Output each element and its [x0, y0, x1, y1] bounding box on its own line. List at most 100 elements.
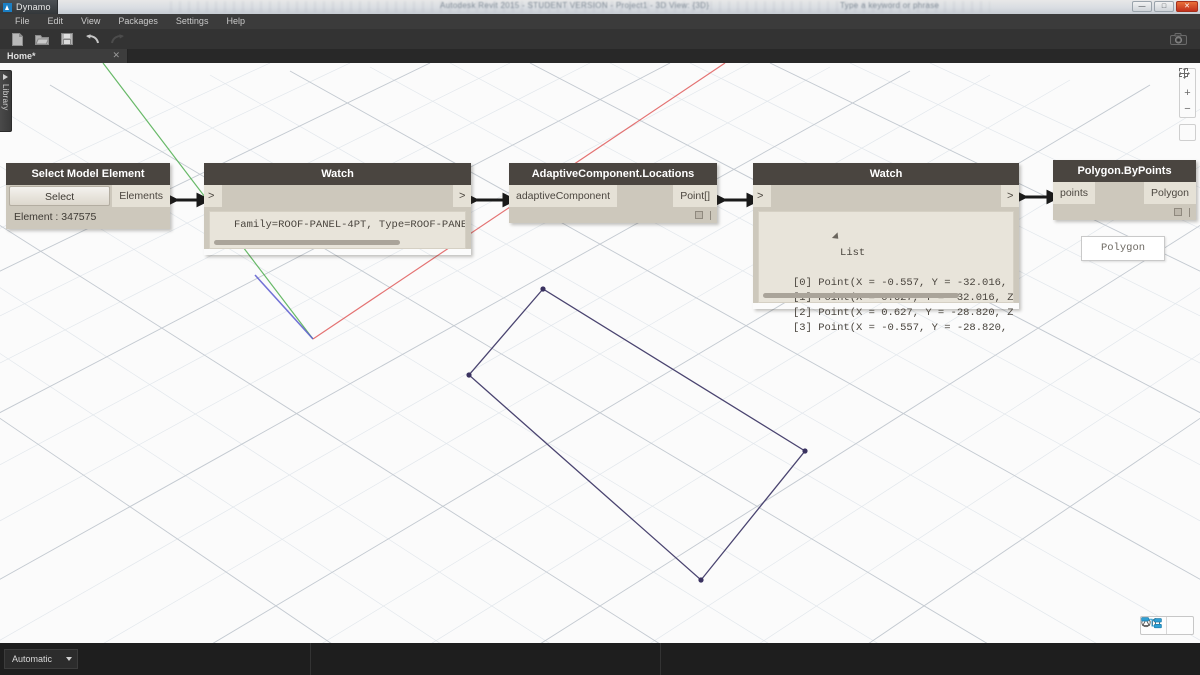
menu-item-edit[interactable]: Edit — [39, 14, 73, 29]
port-spacer — [222, 185, 453, 207]
camera-icon — [1170, 33, 1187, 45]
open-file-icon — [35, 33, 49, 45]
dynamo-application-window: Autodesk Revit 2015 - STUDENT VERSION - … — [0, 0, 1200, 675]
port-spacer — [617, 185, 673, 207]
node-title: Select Model Element — [6, 163, 170, 185]
menu-item-help[interactable]: Help — [217, 14, 254, 29]
node-body: points Polygon — [1053, 182, 1196, 220]
screenshot-button[interactable] — [1167, 30, 1189, 48]
watch-list-panel[interactable]: List [0] Point(X = -0.557, Y = -32.016, … — [758, 211, 1014, 303]
node-watch-point-list[interactable]: Watch > > List [0] Point(X = -0.557, Y =… — [753, 163, 1019, 309]
list-item: [2] Point(X = 0.627, Y = -28.820, Z — [759, 306, 1013, 321]
preview-toggle-icon[interactable] — [1174, 208, 1182, 216]
run-mode-dropdown[interactable]: Automatic — [4, 649, 78, 669]
horizontal-scrollbar[interactable] — [214, 240, 400, 245]
select-button[interactable]: Select — [9, 186, 110, 206]
input-port-points[interactable]: points — [1053, 182, 1095, 204]
polygon-vertex — [540, 286, 545, 291]
redo-button[interactable] — [106, 30, 128, 48]
save-file-button[interactable] — [56, 30, 78, 48]
status-divider — [660, 643, 661, 675]
maximize-button[interactable]: □ — [1154, 1, 1174, 12]
list-root-label: List — [834, 247, 865, 259]
menu-item-file[interactable]: File — [6, 14, 39, 29]
minimize-button[interactable]: — — [1132, 1, 1152, 12]
output-port-elements[interactable]: Elements — [112, 185, 170, 207]
new-file-button[interactable] — [6, 30, 28, 48]
status-divider — [310, 643, 311, 675]
node-body: > > List [0] Point(X = -0.557, Y = -32.0… — [753, 185, 1019, 303]
node-watch-family-type[interactable]: Watch > > Family=ROOF-PANEL-4PT, Type=RO… — [204, 163, 471, 255]
run-mode-label: Automatic — [12, 654, 52, 664]
node-body: Select Elements Element : 347575 — [6, 185, 170, 229]
node-port-row: > > — [204, 185, 471, 207]
tab-home[interactable]: Home* ✕ — [0, 49, 128, 63]
graph-view-button[interactable] — [1167, 617, 1193, 634]
zoom-in-button[interactable]: + — [1180, 85, 1195, 101]
node-body: > > Family=ROOF-PANEL-4PT, Type=ROOF-PAN… — [204, 185, 471, 249]
node-resize-handle[interactable] — [710, 211, 711, 220]
menu-item-view[interactable]: View — [72, 14, 109, 29]
preview-toggle-icon[interactable] — [695, 211, 703, 219]
input-port-chevron[interactable]: > — [204, 185, 222, 207]
polygon-preview-tooltip: Polygon — [1081, 236, 1165, 261]
horizontal-scrollbar[interactable] — [763, 293, 959, 298]
save-file-icon — [61, 33, 73, 45]
viewport-view-toggles — [1140, 616, 1194, 635]
undo-button[interactable] — [81, 30, 103, 48]
undo-icon — [85, 33, 100, 45]
menu-item-settings[interactable]: Settings — [167, 14, 218, 29]
status-bar: Automatic — [0, 643, 1200, 675]
node-port-row: Select Elements — [6, 185, 170, 207]
node-footer — [509, 207, 717, 223]
input-port-chevron[interactable]: > — [753, 185, 771, 207]
node-adaptivecomponent-locations[interactable]: AdaptiveComponent.Locations adaptiveComp… — [509, 163, 717, 223]
node-select-model-element[interactable]: Select Model Element Select Elements Ele… — [6, 163, 170, 229]
port-spacer — [771, 185, 1001, 207]
watch-preview-text: Family=ROOF-PANEL-4PT, Type=ROOF-PANEL — [210, 218, 465, 233]
menu-item-packages[interactable]: Packages — [109, 14, 167, 29]
tab-home-label: Home* — [7, 51, 36, 61]
node-port-row: points Polygon — [1053, 182, 1196, 204]
node-footer — [1053, 204, 1196, 220]
node-resize-handle[interactable] — [1189, 208, 1190, 217]
output-port-point-array[interactable]: Point[] — [673, 185, 717, 207]
chevron-down-icon — [66, 657, 72, 661]
polygon-vertex — [698, 577, 703, 582]
node-port-row: > > — [753, 185, 1019, 207]
node-title: AdaptiveComponent.Locations — [509, 163, 717, 185]
3d-viewport-canvas[interactable]: + − — [0, 63, 1200, 643]
output-port-chevron[interactable]: > — [453, 185, 471, 207]
list-root-row[interactable]: List — [759, 216, 1013, 276]
app-identity: Dynamo — [0, 0, 58, 14]
open-file-button[interactable] — [31, 30, 53, 48]
pan-button[interactable] — [1179, 124, 1196, 141]
input-port-adaptivecomponent[interactable]: adaptiveComponent — [509, 185, 617, 207]
element-id-label: Element : 347575 — [6, 207, 170, 229]
library-panel-toggle[interactable]: Library — [0, 70, 12, 132]
window-controls: — □ ✕ — [1132, 1, 1198, 12]
viewport-navigation-controls: + − — [1179, 68, 1196, 141]
port-spacer — [1095, 182, 1144, 204]
perspective-grid — [0, 63, 1200, 643]
expand-collapse-arrow-icon[interactable] — [832, 233, 841, 242]
node-title: Watch — [753, 163, 1019, 185]
close-button[interactable]: ✕ — [1176, 1, 1198, 12]
list-item: [0] Point(X = -0.557, Y = -32.016, Z — [759, 276, 1013, 291]
output-port-chevron[interactable]: > — [1001, 185, 1019, 207]
watch-preview-panel[interactable]: Family=ROOF-PANEL-4PT, Type=ROOF-PANEL — [209, 211, 466, 249]
zoom-out-button[interactable]: − — [1180, 101, 1195, 117]
dynamo-logo-icon — [3, 3, 12, 12]
redo-icon — [110, 33, 125, 45]
title-bar: Dynamo — □ ✕ — [0, 0, 1200, 14]
node-polygon-bypoints[interactable]: Polygon.ByPoints points Polygon — [1053, 160, 1196, 220]
tab-close-icon[interactable]: ✕ — [112, 50, 120, 61]
output-port-polygon[interactable]: Polygon — [1144, 182, 1196, 204]
node-port-row: adaptiveComponent Point[] — [509, 185, 717, 207]
z-axis-line — [255, 275, 313, 339]
node-title: Watch — [204, 163, 471, 185]
list-item: [3] Point(X = -0.557, Y = -28.820, Z — [759, 321, 1013, 336]
polygon-vertex — [466, 372, 471, 377]
polygon-vertex — [802, 448, 807, 453]
app-title: Dynamo — [16, 2, 51, 12]
